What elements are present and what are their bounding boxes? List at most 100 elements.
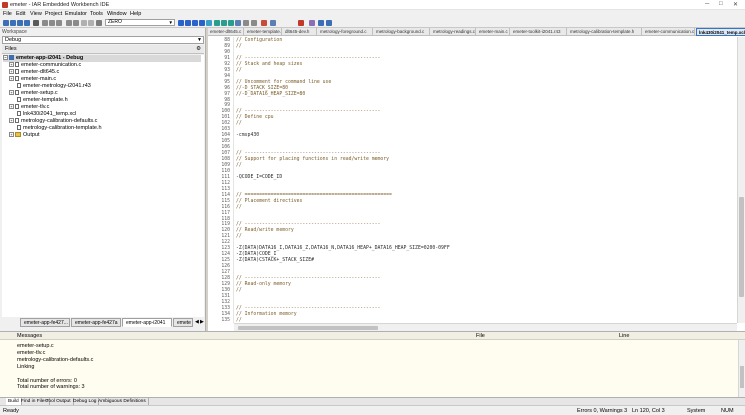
copy-icon[interactable] [49, 19, 55, 26]
menu-help[interactable]: Help [130, 11, 141, 17]
file-node[interactable]: + emeter-setup.c [9, 90, 199, 97]
file-node[interactable]: + emeter-main.c [9, 76, 199, 83]
expand-icon[interactable]: + [9, 104, 14, 110]
help-icon[interactable] [318, 19, 324, 26]
scrollbar-thumb[interactable] [238, 326, 378, 330]
file-node[interactable]: metrology-calibration-template.h [9, 125, 199, 132]
cut-icon[interactable] [42, 19, 48, 26]
breakpoint-icon[interactable] [243, 19, 249, 26]
editor-vertical-scrollbar[interactable] [737, 37, 745, 323]
compile-icon[interactable] [214, 19, 220, 26]
debug-icon[interactable] [235, 19, 241, 26]
editor-tab[interactable]: emeter-toolkit-i2041.r43 [511, 28, 567, 36]
download-icon[interactable] [298, 19, 304, 26]
tab-next-icon[interactable]: ▶ [200, 319, 204, 325]
line-number: 103 [221, 127, 230, 133]
editor-tab[interactable]: emeter-template.h [245, 28, 282, 36]
toggle-bookmark-icon[interactable] [178, 19, 184, 26]
navigate-back-icon[interactable] [199, 19, 205, 26]
editor-tab[interactable]: metrology-background.c [374, 28, 430, 36]
code-line: // Placement directives [236, 198, 303, 204]
editor-tab[interactable]: emeter-dlt645.c [208, 28, 244, 36]
expand-icon[interactable]: + [9, 69, 14, 75]
folder-node[interactable]: + Output [9, 132, 199, 139]
messages-column-header[interactable]: Messages [17, 333, 42, 339]
file-node[interactable]: + emeter-tlv.c [9, 104, 199, 111]
menu-window[interactable]: Window [107, 11, 127, 17]
editor-tab[interactable]: metrology-readings.c [431, 28, 476, 36]
configuration-combo[interactable]: ZERO ▼ [105, 19, 175, 26]
find-next-icon[interactable] [88, 19, 94, 26]
editor-tab[interactable]: emeter-main.c [477, 28, 510, 36]
menu-tools[interactable]: Tools [90, 11, 103, 17]
new-file-icon[interactable] [3, 19, 9, 26]
open-file-icon[interactable] [10, 19, 16, 26]
make-icon[interactable] [221, 19, 227, 26]
expand-icon[interactable]: + [9, 62, 14, 68]
minimize-button[interactable]: ─ [705, 1, 709, 7]
file-node[interactable]: + metrology-calibration-defaults.c [9, 118, 199, 125]
code-line: // [236, 67, 242, 73]
next-bookmark-icon[interactable] [185, 19, 191, 26]
line-column-header[interactable]: Line [619, 333, 629, 339]
expand-icon[interactable]: + [9, 76, 14, 82]
expand-icon[interactable]: + [9, 132, 14, 138]
editor-tab[interactable]: dlt645-dev.h [283, 28, 317, 36]
file-node[interactable]: emeter-template.h [9, 97, 199, 104]
workspace-tab[interactable]: emeter-app-fe427a [71, 318, 121, 327]
find-icon[interactable] [81, 19, 87, 26]
editor-tab[interactable]: metrology-foreground.c [318, 28, 373, 36]
code-line: //-D_STACK_SIZE=80 [236, 85, 288, 91]
editor-horizontal-scrollbar[interactable] [234, 323, 737, 331]
toggle-breakpoint-icon[interactable] [251, 19, 257, 26]
expand-icon[interactable]: + [9, 118, 14, 124]
menu-view[interactable]: View [30, 11, 42, 17]
editor-tab[interactable]: emeter-communication.c [643, 28, 695, 36]
menu-file[interactable]: File [3, 11, 12, 17]
messages-scrollbar[interactable] [738, 340, 745, 398]
scrollbar-thumb[interactable] [740, 366, 744, 388]
scrollbar-thumb[interactable] [739, 197, 744, 297]
go-to-icon[interactable] [96, 19, 102, 26]
workspace-config-select[interactable]: Debug ▼ [2, 36, 204, 44]
line-number: 124 [221, 252, 230, 258]
redo-icon[interactable] [73, 19, 79, 26]
code-line: // [236, 287, 242, 293]
collapse-icon[interactable]: − [3, 55, 8, 61]
stop-build-icon[interactable] [228, 19, 234, 26]
file-node[interactable]: emeter-metrology-i2041.r43 [9, 83, 199, 90]
editor-tab[interactable]: metrology-calibration-template.h [568, 28, 642, 36]
code-editor[interactable]: // Configuration//// -------------------… [234, 37, 737, 323]
debug-without-download-icon[interactable] [270, 19, 276, 26]
context-help-icon[interactable] [326, 19, 332, 26]
file-column-header[interactable]: File [476, 333, 485, 339]
options-icon[interactable] [261, 19, 267, 26]
message-line: metrology-calibration-defaults.c [17, 356, 94, 363]
maximize-button[interactable]: □ [719, 1, 723, 7]
line-number: 115 [221, 198, 230, 204]
paste-icon[interactable] [56, 19, 62, 26]
settings-icon[interactable]: ⚙ [196, 45, 201, 53]
save-all-icon[interactable] [24, 19, 30, 26]
workspace-tab[interactable]: emete [173, 318, 193, 327]
tab-prev-icon[interactable]: ◀ [195, 319, 199, 325]
save-icon[interactable] [17, 19, 23, 26]
project-node[interactable]: − emeter-app-i2041 - Debug [3, 55, 201, 62]
make-and-restart-icon[interactable] [309, 19, 315, 26]
menu-project[interactable]: Project [45, 11, 62, 17]
print-icon[interactable] [33, 19, 39, 26]
file-node[interactable]: + emeter-dlt645.c [9, 69, 199, 76]
file-node[interactable]: + emeter-communication.c [9, 62, 199, 69]
workspace-tab[interactable]: emeter-app-fe427... [20, 318, 70, 327]
prev-bookmark-icon[interactable] [192, 19, 198, 26]
close-button[interactable]: ✕ [733, 1, 738, 8]
menu-emulator[interactable]: Emulator [65, 11, 87, 17]
expand-icon[interactable]: + [9, 90, 14, 96]
menu-edit[interactable]: Edit [16, 11, 25, 17]
navigate-forward-icon[interactable] [206, 19, 212, 26]
editor-tab[interactable]: lnk430i2041_temp.xcl [696, 28, 745, 36]
line-number: 120 [221, 228, 230, 234]
undo-icon[interactable] [66, 19, 72, 26]
workspace-tab-active[interactable]: emeter-app-i2041 [122, 318, 172, 327]
file-node[interactable]: lnk430i2041_temp.xcl [9, 111, 199, 118]
